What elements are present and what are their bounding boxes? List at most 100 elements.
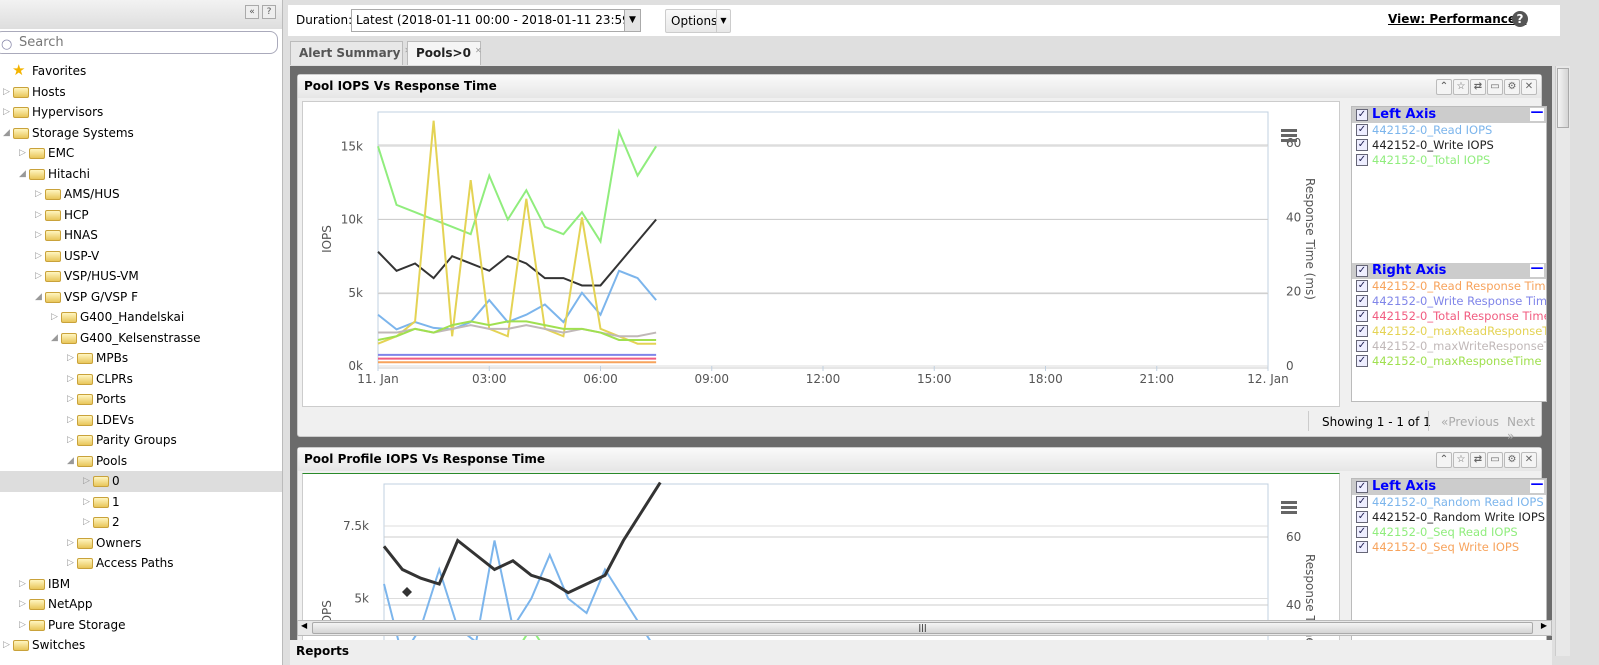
tree-item[interactable]: ◢ VSP G/VSP F — [0, 287, 282, 308]
tree-item[interactable]: ◢ Storage Systems — [0, 123, 282, 144]
next-page-link[interactable]: Next » — [1507, 415, 1541, 443]
expand-arrow-icon[interactable]: ▷ — [67, 430, 74, 450]
tree-item[interactable]: ▷ 0 — [0, 471, 282, 492]
tree-item[interactable]: ▷ 1 — [0, 492, 282, 513]
tree-item[interactable]: ◢ Pools — [0, 451, 282, 472]
previous-page-link[interactable]: «Previous — [1441, 415, 1499, 429]
tree-item[interactable]: ▷ Hosts — [0, 82, 282, 103]
expand-arrow-icon[interactable]: ▷ — [35, 266, 42, 286]
tree-item[interactable]: ▷ USP-V — [0, 246, 282, 267]
expand-arrow-icon[interactable]: ▷ — [19, 574, 26, 594]
checkbox[interactable]: ✓ — [1356, 481, 1368, 493]
tree-item[interactable]: ▷ Hypervisors — [0, 102, 282, 123]
expanded-arrow-icon[interactable]: ◢ — [19, 164, 26, 184]
expand-arrow-icon[interactable]: ▷ — [3, 635, 10, 655]
tree-item[interactable]: ▷ Pure Storage — [0, 615, 282, 636]
expand-arrow-icon[interactable]: ▷ — [67, 553, 74, 573]
checkbox[interactable]: ✓ — [1356, 139, 1368, 151]
expand-arrow-icon[interactable]: ▷ — [3, 82, 10, 102]
gear-icon[interactable]: ⚙ — [1504, 452, 1520, 468]
maximize-icon[interactable]: ▭ — [1487, 79, 1503, 95]
minimize-icon[interactable]: — — [1530, 478, 1544, 493]
expand-arrow-icon[interactable]: ▷ — [19, 143, 26, 163]
star-icon[interactable]: ☆ — [1453, 452, 1469, 468]
duration-select[interactable]: Latest (2018-01-11 00:00 - 2018-01-11 23… — [351, 9, 641, 32]
checkbox[interactable]: ✓ — [1356, 124, 1368, 136]
options-button[interactable]: Options ▼ — [665, 9, 731, 33]
tree-item[interactable]: ★ Favorites — [0, 61, 282, 82]
expand-arrow-icon[interactable]: ▷ — [51, 307, 58, 327]
checkbox[interactable]: ✓ — [1356, 496, 1368, 508]
legend-item[interactable]: ✓ 442152-0_Total IOPS — [1352, 153, 1546, 168]
maximize-icon[interactable]: ▭ — [1487, 452, 1503, 468]
checkbox[interactable]: ✓ — [1356, 325, 1368, 337]
legend-group-header[interactable]: ✓ Right Axis — — [1352, 262, 1546, 279]
refresh-icon[interactable]: ⇄ — [1470, 79, 1486, 95]
tree-item[interactable]: ◢ G400_Kelsenstrasse — [0, 328, 282, 349]
view-selector[interactable]: View: Performance ▼ — [1388, 12, 1526, 26]
legend-item[interactable]: ✓ 442152-0_Seq Write IOPS — [1352, 540, 1546, 555]
collapse-icon[interactable]: ⌃ — [1436, 452, 1452, 468]
tree-item[interactable]: ▷ IBM — [0, 574, 282, 595]
checkbox[interactable]: ✓ — [1356, 295, 1368, 307]
legend-group-header[interactable]: ✓ Left Axis — — [1352, 106, 1546, 123]
search-input[interactable]: ○ Search — [0, 31, 278, 54]
tree-item[interactable]: ▷ Owners — [0, 533, 282, 554]
legend-item[interactable]: ✓ 442152-0_Total Response Time — [1352, 309, 1546, 324]
expanded-arrow-icon[interactable]: ◢ — [67, 451, 74, 471]
refresh-icon[interactable]: ⇄ — [1470, 452, 1486, 468]
legend-item[interactable]: ✓ 442152-0_Random Read IOPS — [1352, 495, 1546, 510]
expand-arrow-icon[interactable]: ▷ — [83, 492, 90, 512]
checkbox[interactable]: ✓ — [1356, 340, 1368, 352]
legend-item[interactable]: ✓ 442152-0_Seq Read IOPS — [1352, 525, 1546, 540]
scroll-right-icon[interactable]: ▶ — [1541, 621, 1547, 630]
expand-arrow-icon[interactable]: ▷ — [19, 615, 26, 635]
expand-arrow-icon[interactable]: ▷ — [35, 246, 42, 266]
tree-item[interactable]: ▷ Access Paths — [0, 553, 282, 574]
legend-item[interactable]: ✓ 442152-0_Random Write IOPS — [1352, 510, 1546, 525]
checkbox[interactable]: ✓ — [1356, 526, 1368, 538]
tab-alert-summary[interactable]: Alert Summary✕ — [290, 41, 411, 65]
tree-item[interactable]: ◢ Hitachi — [0, 164, 282, 185]
expanded-arrow-icon[interactable]: ◢ — [51, 328, 58, 348]
scrollbar-thumb[interactable] — [1557, 68, 1569, 128]
tree-item[interactable]: ▷ Switches — [0, 635, 282, 656]
legend-item[interactable]: ✓ 442152-0_Write IOPS — [1352, 138, 1546, 153]
tree-item[interactable]: ▷ 2 — [0, 512, 282, 533]
tree-item[interactable]: ▷ NetApp — [0, 594, 282, 615]
expand-arrow-icon[interactable]: ▷ — [83, 512, 90, 532]
expand-arrow-icon[interactable]: ▷ — [67, 348, 74, 368]
vertical-scrollbar[interactable] — [1555, 66, 1570, 656]
tree-item[interactable]: ▷ Parity Groups — [0, 430, 282, 451]
tree-item[interactable]: ▷ Ports — [0, 389, 282, 410]
tree-item[interactable]: ▷ CLPRs — [0, 369, 282, 390]
checkbox[interactable]: ✓ — [1356, 541, 1368, 553]
chart-menu-icon[interactable] — [1281, 129, 1297, 142]
close-icon[interactable]: ✕ — [1521, 452, 1537, 468]
tree-item[interactable]: ▷ LDEVs — [0, 410, 282, 431]
chevron-down-icon[interactable]: ▼ — [716, 10, 730, 32]
scrollbar-thumb[interactable]: ||| — [312, 622, 1533, 634]
tree-item[interactable]: ▷ VSP/HUS-VM — [0, 266, 282, 287]
expand-arrow-icon[interactable]: ▷ — [67, 533, 74, 553]
help-icon[interactable]: ? — [1512, 11, 1528, 27]
star-icon[interactable]: ☆ — [1453, 79, 1469, 95]
tree-item[interactable]: ▷ HNAS — [0, 225, 282, 246]
tab-pools-0[interactable]: Pools>0 ✕ — [407, 41, 482, 65]
legend-group-header[interactable]: ✓ Left Axis — — [1352, 478, 1546, 495]
expand-arrow-icon[interactable]: ▷ — [19, 594, 26, 614]
tree-item[interactable]: ▷ G400_Handelskai — [0, 307, 282, 328]
checkbox[interactable]: ✓ — [1356, 511, 1368, 523]
minimize-icon[interactable]: — — [1530, 262, 1544, 277]
checkbox[interactable]: ✓ — [1356, 280, 1368, 292]
sidebar-help-button[interactable]: ? — [262, 5, 276, 19]
checkbox[interactable]: ✓ — [1356, 154, 1368, 166]
checkbox[interactable]: ✓ — [1356, 310, 1368, 322]
legend-item[interactable]: ✓ 442152-0_Write Response Time — [1352, 294, 1546, 309]
expand-arrow-icon[interactable]: ▷ — [67, 389, 74, 409]
collapse-sidebar-button[interactable]: « — [245, 5, 259, 19]
chart-menu-icon[interactable] — [1281, 501, 1297, 514]
expand-arrow-icon[interactable]: ▷ — [35, 225, 42, 245]
checkbox[interactable]: ✓ — [1356, 355, 1368, 367]
gear-icon[interactable]: ⚙ — [1504, 79, 1520, 95]
